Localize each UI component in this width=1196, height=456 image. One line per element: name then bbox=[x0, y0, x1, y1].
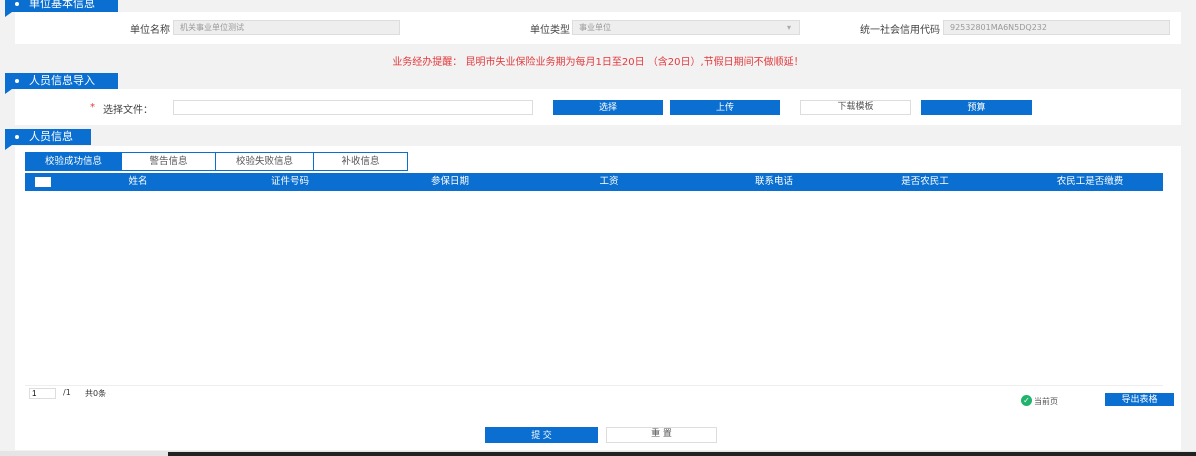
table-divider bbox=[25, 385, 1163, 386]
column-phone: 联系电话 bbox=[754, 176, 794, 187]
horizontal-scrollbar[interactable] bbox=[0, 451, 1196, 456]
check-icon[interactable]: ✓ bbox=[1021, 395, 1032, 406]
column-id-number: 证件号码 bbox=[270, 176, 310, 187]
unit-type-value: 事业单位 bbox=[579, 23, 611, 32]
download-template-button[interactable]: 下载模板 bbox=[800, 100, 911, 115]
column-name: 姓名 bbox=[128, 176, 148, 187]
export-table-button[interactable]: 导出表格 bbox=[1105, 393, 1174, 406]
unit-name-label: 单位名称 bbox=[130, 25, 170, 36]
file-input[interactable] bbox=[173, 100, 533, 115]
unit-type-label: 单位类型 bbox=[530, 25, 570, 36]
unit-name-field[interactable]: 机关事业单位测试 bbox=[173, 20, 400, 35]
business-notice: 业务经办提醒： 昆明市失业保险业务期为每月1日至20日 （含20日）,节假日期间… bbox=[392, 57, 804, 68]
select-file-button[interactable]: 选择 bbox=[553, 100, 663, 115]
chevron-down-icon: ▾ bbox=[786, 23, 791, 32]
credit-code-label: 统一社会信用代码 bbox=[860, 25, 940, 36]
submit-button[interactable]: 提 交 bbox=[485, 427, 598, 443]
current-page-label[interactable]: 当前页 bbox=[1034, 396, 1058, 407]
unit-info-panel: 单位名称 机关事业单位测试 单位类型 事业单位 ▾ 统一社会信用代码 925328… bbox=[15, 12, 1181, 44]
scrollbar-thumb[interactable] bbox=[168, 452, 1196, 456]
import-panel: * 选择文件： 选择 上传 下载模板 预算 bbox=[15, 89, 1181, 125]
column-insured-date: 参保日期 bbox=[430, 176, 470, 187]
section-header-unit-info: 单位基本信息 bbox=[5, 0, 118, 17]
section-header-personnel: 人员信息 bbox=[5, 129, 91, 150]
section-header-import: 人员信息导入 bbox=[5, 73, 118, 94]
unit-type-select[interactable]: 事业单位 ▾ bbox=[572, 20, 800, 35]
upload-button[interactable]: 上传 bbox=[670, 100, 780, 115]
personnel-panel bbox=[15, 146, 1181, 450]
tab-warning[interactable]: 警告信息 bbox=[121, 152, 216, 171]
file-label: 选择文件： bbox=[103, 105, 153, 116]
precalculate-button[interactable]: 预算 bbox=[921, 100, 1032, 115]
column-migrant-paid: 农民工是否缴费 bbox=[1056, 176, 1124, 187]
column-is-migrant-worker: 是否农民工 bbox=[901, 176, 949, 187]
credit-code-field[interactable]: 92532801MA6N5DQ232 bbox=[943, 20, 1170, 35]
required-mark: * bbox=[90, 102, 95, 113]
select-all-checkbox[interactable] bbox=[35, 177, 51, 187]
reset-button[interactable]: 重 置 bbox=[606, 427, 717, 443]
tab-supplementary[interactable]: 补收信息 bbox=[313, 152, 408, 171]
column-salary: 工资 bbox=[599, 176, 619, 187]
tab-validation-success[interactable]: 校验成功信息 bbox=[25, 152, 122, 171]
table-header bbox=[25, 173, 1163, 191]
total-count: 共0条 bbox=[85, 389, 107, 398]
page-input[interactable] bbox=[29, 388, 56, 399]
total-pages: /1 bbox=[63, 388, 71, 397]
tab-validation-failed[interactable]: 校验失败信息 bbox=[215, 152, 314, 171]
